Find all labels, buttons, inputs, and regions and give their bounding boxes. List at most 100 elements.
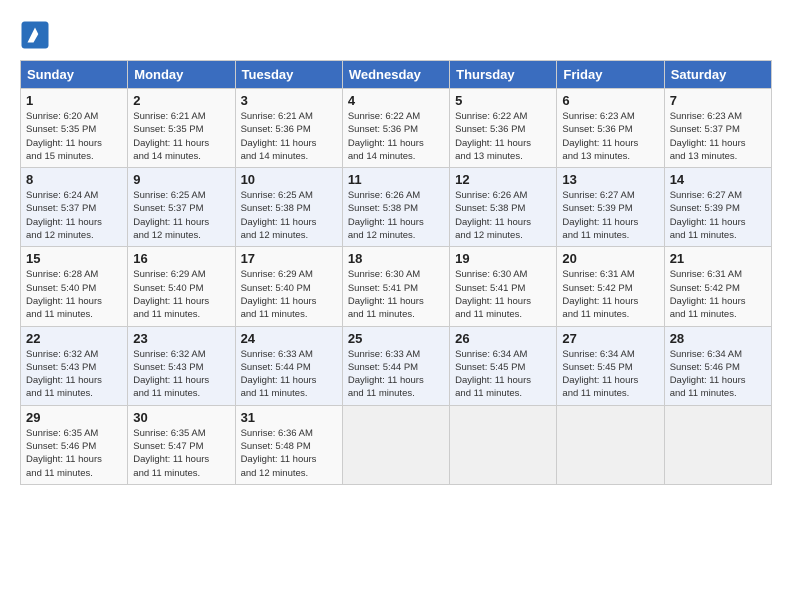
day-number: 11 xyxy=(348,172,444,187)
day-info: Sunrise: 6:28 AM Sunset: 5:40 PM Dayligh… xyxy=(26,268,122,321)
calendar-day-cell: 30 Sunrise: 6:35 AM Sunset: 5:47 PM Dayli… xyxy=(128,405,235,484)
empty-cell xyxy=(450,405,557,484)
calendar-day-cell: 15 Sunrise: 6:28 AM Sunset: 5:40 PM Dayli… xyxy=(21,247,128,326)
day-info: Sunrise: 6:34 AM Sunset: 5:45 PM Dayligh… xyxy=(562,348,658,401)
calendar-day-cell: 10 Sunrise: 6:25 AM Sunset: 5:38 PM Dayli… xyxy=(235,168,342,247)
calendar-day-cell: 1 Sunrise: 6:20 AM Sunset: 5:35 PM Daylig… xyxy=(21,89,128,168)
day-number: 23 xyxy=(133,331,229,346)
calendar-day-cell: 25 Sunrise: 6:33 AM Sunset: 5:44 PM Dayli… xyxy=(342,326,449,405)
day-info: Sunrise: 6:24 AM Sunset: 5:37 PM Dayligh… xyxy=(26,189,122,242)
calendar-day-cell: 8Sunrise: 6:24 AM Sunset: 5:37 PM Daylig… xyxy=(21,168,128,247)
day-number: 17 xyxy=(241,251,337,266)
col-header-tuesday: Tuesday xyxy=(235,61,342,89)
day-info: Sunrise: 6:29 AM Sunset: 5:40 PM Dayligh… xyxy=(133,268,229,321)
day-info: Sunrise: 6:35 AM Sunset: 5:46 PM Dayligh… xyxy=(26,427,122,480)
day-number: 26 xyxy=(455,331,551,346)
col-header-monday: Monday xyxy=(128,61,235,89)
calendar-day-cell: 28Sunrise: 6:34 AM Sunset: 5:46 PM Dayli… xyxy=(664,326,771,405)
day-number: 12 xyxy=(455,172,551,187)
col-header-saturday: Saturday xyxy=(664,61,771,89)
calendar-week-row: 1 Sunrise: 6:20 AM Sunset: 5:35 PM Daylig… xyxy=(21,89,772,168)
calendar-day-cell: 22 Sunrise: 6:32 AM Sunset: 5:43 PM Dayli… xyxy=(21,326,128,405)
header-row: SundayMondayTuesdayWednesdayThursdayFrid… xyxy=(21,61,772,89)
col-header-thursday: Thursday xyxy=(450,61,557,89)
day-info: Sunrise: 6:30 AM Sunset: 5:41 PM Dayligh… xyxy=(348,268,444,321)
day-info: Sunrise: 6:26 AM Sunset: 5:38 PM Dayligh… xyxy=(348,189,444,242)
day-info: Sunrise: 6:31 AM Sunset: 5:42 PM Dayligh… xyxy=(670,268,766,321)
day-info: Sunrise: 6:33 AM Sunset: 5:44 PM Dayligh… xyxy=(348,348,444,401)
day-number: 28 xyxy=(670,331,766,346)
calendar-day-cell: 16 Sunrise: 6:29 AM Sunset: 5:40 PM Dayli… xyxy=(128,247,235,326)
page-header xyxy=(20,20,772,50)
day-info: Sunrise: 6:25 AM Sunset: 5:38 PM Dayligh… xyxy=(241,189,337,242)
day-info: Sunrise: 6:26 AM Sunset: 5:38 PM Dayligh… xyxy=(455,189,551,242)
calendar-day-cell: 6 Sunrise: 6:23 AM Sunset: 5:36 PM Daylig… xyxy=(557,89,664,168)
logo-icon xyxy=(20,20,50,50)
day-number: 4 xyxy=(348,93,444,108)
day-info: Sunrise: 6:35 AM Sunset: 5:47 PM Dayligh… xyxy=(133,427,229,480)
calendar-table: SundayMondayTuesdayWednesdayThursdayFrid… xyxy=(20,60,772,485)
empty-cell xyxy=(342,405,449,484)
day-number: 30 xyxy=(133,410,229,425)
empty-cell xyxy=(557,405,664,484)
calendar-day-cell: 4Sunrise: 6:22 AM Sunset: 5:36 PM Daylig… xyxy=(342,89,449,168)
calendar-day-cell: 5 Sunrise: 6:22 AM Sunset: 5:36 PM Daylig… xyxy=(450,89,557,168)
day-info: Sunrise: 6:27 AM Sunset: 5:39 PM Dayligh… xyxy=(562,189,658,242)
day-number: 19 xyxy=(455,251,551,266)
col-header-wednesday: Wednesday xyxy=(342,61,449,89)
calendar-week-row: 29 Sunrise: 6:35 AM Sunset: 5:46 PM Dayli… xyxy=(21,405,772,484)
day-number: 6 xyxy=(562,93,658,108)
day-info: Sunrise: 6:22 AM Sunset: 5:36 PM Dayligh… xyxy=(455,110,551,163)
day-number: 25 xyxy=(348,331,444,346)
calendar-day-cell: 20 Sunrise: 6:31 AM Sunset: 5:42 PM Dayli… xyxy=(557,247,664,326)
calendar-day-cell: 11 Sunrise: 6:26 AM Sunset: 5:38 PM Dayli… xyxy=(342,168,449,247)
empty-cell xyxy=(664,405,771,484)
day-number: 14 xyxy=(670,172,766,187)
calendar-day-cell: 26 Sunrise: 6:34 AM Sunset: 5:45 PM Dayli… xyxy=(450,326,557,405)
day-number: 9 xyxy=(133,172,229,187)
day-number: 1 xyxy=(26,93,122,108)
day-number: 16 xyxy=(133,251,229,266)
calendar-week-row: 8Sunrise: 6:24 AM Sunset: 5:37 PM Daylig… xyxy=(21,168,772,247)
calendar-day-cell: 18Sunrise: 6:30 AM Sunset: 5:41 PM Dayli… xyxy=(342,247,449,326)
calendar-day-cell: 3Sunrise: 6:21 AM Sunset: 5:36 PM Daylig… xyxy=(235,89,342,168)
calendar-day-cell: 2 Sunrise: 6:21 AM Sunset: 5:35 PM Daylig… xyxy=(128,89,235,168)
day-number: 21 xyxy=(670,251,766,266)
calendar-day-cell: 13 Sunrise: 6:27 AM Sunset: 5:39 PM Dayli… xyxy=(557,168,664,247)
day-info: Sunrise: 6:23 AM Sunset: 5:36 PM Dayligh… xyxy=(562,110,658,163)
calendar-day-cell: 7 Sunrise: 6:23 AM Sunset: 5:37 PM Daylig… xyxy=(664,89,771,168)
day-info: Sunrise: 6:25 AM Sunset: 5:37 PM Dayligh… xyxy=(133,189,229,242)
calendar-day-cell: 27 Sunrise: 6:34 AM Sunset: 5:45 PM Dayli… xyxy=(557,326,664,405)
day-number: 27 xyxy=(562,331,658,346)
day-number: 13 xyxy=(562,172,658,187)
col-header-friday: Friday xyxy=(557,61,664,89)
day-number: 22 xyxy=(26,331,122,346)
day-info: Sunrise: 6:34 AM Sunset: 5:45 PM Dayligh… xyxy=(455,348,551,401)
day-number: 5 xyxy=(455,93,551,108)
calendar-day-cell: 14Sunrise: 6:27 AM Sunset: 5:39 PM Dayli… xyxy=(664,168,771,247)
calendar-day-cell: 9 Sunrise: 6:25 AM Sunset: 5:37 PM Daylig… xyxy=(128,168,235,247)
day-info: Sunrise: 6:32 AM Sunset: 5:43 PM Dayligh… xyxy=(133,348,229,401)
day-number: 10 xyxy=(241,172,337,187)
day-number: 15 xyxy=(26,251,122,266)
calendar-week-row: 22 Sunrise: 6:32 AM Sunset: 5:43 PM Dayli… xyxy=(21,326,772,405)
calendar-day-cell: 21 Sunrise: 6:31 AM Sunset: 5:42 PM Dayli… xyxy=(664,247,771,326)
day-number: 24 xyxy=(241,331,337,346)
calendar-day-cell: 29 Sunrise: 6:35 AM Sunset: 5:46 PM Dayli… xyxy=(21,405,128,484)
day-info: Sunrise: 6:36 AM Sunset: 5:48 PM Dayligh… xyxy=(241,427,337,480)
day-info: Sunrise: 6:20 AM Sunset: 5:35 PM Dayligh… xyxy=(26,110,122,163)
col-header-sunday: Sunday xyxy=(21,61,128,89)
calendar-week-row: 15 Sunrise: 6:28 AM Sunset: 5:40 PM Dayli… xyxy=(21,247,772,326)
day-number: 29 xyxy=(26,410,122,425)
day-info: Sunrise: 6:31 AM Sunset: 5:42 PM Dayligh… xyxy=(562,268,658,321)
day-info: Sunrise: 6:32 AM Sunset: 5:43 PM Dayligh… xyxy=(26,348,122,401)
day-info: Sunrise: 6:23 AM Sunset: 5:37 PM Dayligh… xyxy=(670,110,766,163)
calendar-day-cell: 12 Sunrise: 6:26 AM Sunset: 5:38 PM Dayli… xyxy=(450,168,557,247)
day-info: Sunrise: 6:21 AM Sunset: 5:35 PM Dayligh… xyxy=(133,110,229,163)
calendar-day-cell: 23 Sunrise: 6:32 AM Sunset: 5:43 PM Dayli… xyxy=(128,326,235,405)
calendar-day-cell: 31Sunrise: 6:36 AM Sunset: 5:48 PM Dayli… xyxy=(235,405,342,484)
logo xyxy=(20,20,54,50)
day-number: 20 xyxy=(562,251,658,266)
day-number: 7 xyxy=(670,93,766,108)
day-number: 2 xyxy=(133,93,229,108)
